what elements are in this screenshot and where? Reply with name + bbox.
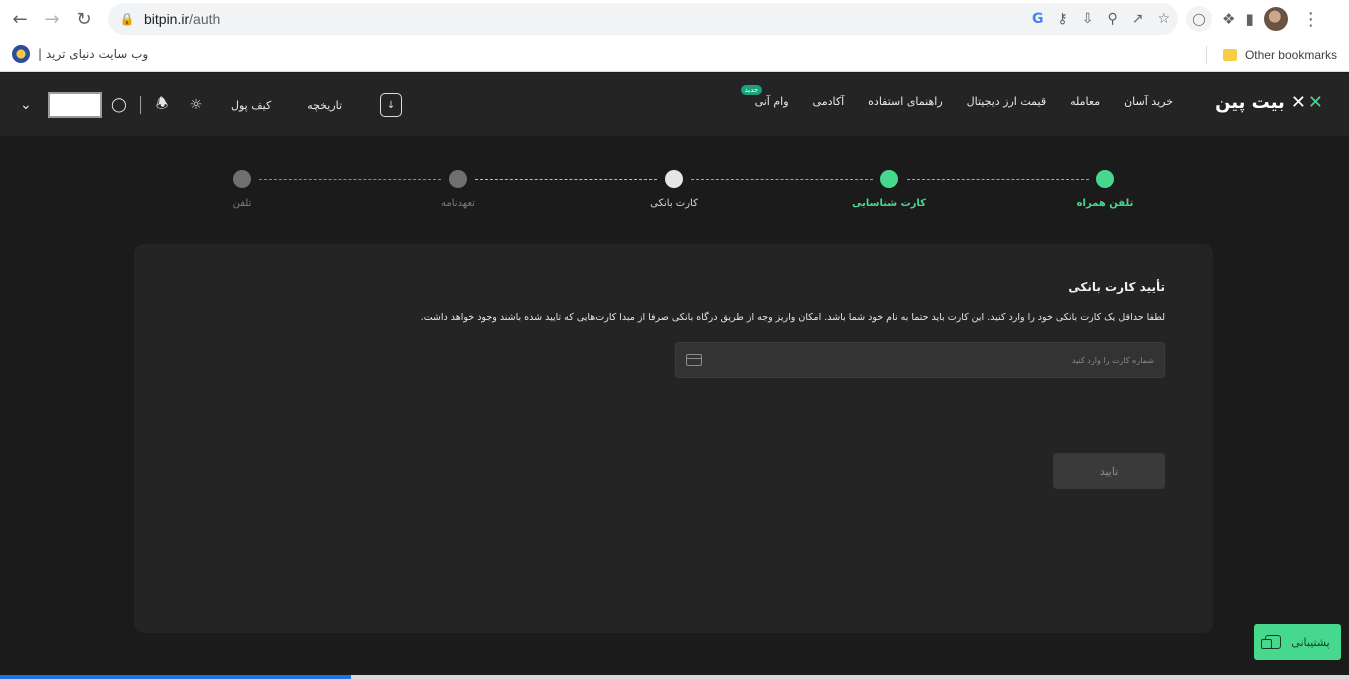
step-current-dot-icon <box>665 170 683 188</box>
step-label: تعهدنامه <box>440 198 475 209</box>
back-icon[interactable]: ← <box>4 3 36 35</box>
extensions-puzzle-icon[interactable]: ❖ <box>1222 10 1235 28</box>
auth-stepper: تلفن همراه کارت شناسایی کارت بانکی تعهدن… <box>0 136 1349 236</box>
forward-icon[interactable]: → <box>36 3 68 35</box>
wallet-link[interactable]: کیف پول <box>231 99 271 112</box>
step-mobile: تلفن همراه <box>1068 170 1142 209</box>
support-label: پشتیبانی <box>1291 635 1330 649</box>
menu-kebab-icon[interactable]: ⋮ <box>1302 9 1320 30</box>
other-bookmarks-label: Other bookmarks <box>1244 48 1337 62</box>
nav-guide[interactable]: راهنمای استفاده <box>868 95 942 108</box>
url-text: bitpin.ir/auth <box>144 11 221 27</box>
address-bar[interactable]: 🔒 bitpin.ir/auth G ⚷ ⇩ ⚲ ↗ ☆ <box>108 3 1178 35</box>
panel-title: تأیید کارت بانکی <box>1068 280 1165 294</box>
step-done-dot-icon <box>1096 170 1114 188</box>
install-icon[interactable]: ⇩ <box>1082 11 1094 27</box>
step-id-card: کارت شناسایی <box>848 170 930 209</box>
bell-icon[interactable]: 🕭 <box>153 93 171 117</box>
page-loading-bar <box>0 675 1349 679</box>
site-header: ✕ ✕ بیت پین خرید آسان معامله قیمت ارز دیج… <box>0 73 1349 136</box>
folder-icon <box>1222 49 1237 61</box>
user-name-box[interactable] <box>48 92 102 118</box>
lock-icon: 🔒 <box>119 12 135 26</box>
zoom-icon[interactable]: ⚲ <box>1107 11 1117 27</box>
other-bookmarks[interactable]: Other bookmarks <box>1205 46 1337 64</box>
bookmark-label: وب سایت دنیای ترید | <box>38 47 149 61</box>
chevron-down-icon[interactable]: ⌄ <box>20 97 40 113</box>
bookmarks-bar: وب سایت دنیای ترید | Other bookmarks <box>0 38 1349 72</box>
sun-icon[interactable]: ☼ <box>187 97 205 113</box>
step-label: تلفن همراه <box>1076 198 1134 209</box>
nav-academy[interactable]: آکادمی <box>813 95 845 108</box>
chat-icon <box>1261 635 1282 649</box>
star-icon[interactable]: ☆ <box>1157 11 1170 27</box>
step-label: کارت شناسایی <box>852 198 926 209</box>
step-connector <box>475 179 657 180</box>
new-badge: جدید <box>740 85 763 95</box>
history-link[interactable]: تاریخچه <box>307 99 342 112</box>
step-connector <box>259 179 441 180</box>
nav-trade[interactable]: معامله <box>1070 95 1100 108</box>
step-bank-card: کارت بانکی <box>640 170 708 209</box>
confirm-button[interactable]: تایید <box>1053 453 1165 489</box>
phone-download-icon[interactable]: ↓ <box>380 93 403 117</box>
bookmarks-separator <box>1205 46 1207 64</box>
step-commitment: تعهدنامه <box>428 170 488 209</box>
header-actions: ⌄ ◯ 🕭 ☼ کیف پول تاریخچه ↓ <box>20 91 403 119</box>
support-button[interactable]: پشتیبانی <box>1254 624 1341 660</box>
profile-avatar[interactable] <box>1263 7 1288 31</box>
step-label: تلفن <box>232 198 252 209</box>
key-icon[interactable]: ⚷ <box>1057 11 1067 27</box>
bank-card-verification-panel: تأیید کارت بانکی لطفا حداقل یک کارت بانک… <box>134 244 1213 633</box>
logo-mark-icon: ✕ ✕ <box>1290 92 1323 113</box>
credit-card-icon <box>686 354 702 366</box>
browser-toolbar: ← → ↻ 🔒 bitpin.ir/auth G ⚷ ⇩ ⚲ ↗ ☆ ◯ ❖ ▮… <box>0 0 1349 38</box>
share-icon[interactable]: ↗ <box>1132 11 1144 27</box>
header-divider <box>140 96 141 114</box>
page-loading-progress <box>0 675 351 679</box>
step-pending-dot-icon <box>233 170 251 188</box>
reload-icon[interactable]: ↻ <box>68 3 100 35</box>
bitpin-logo[interactable]: ✕ ✕ بیت پین <box>1215 92 1323 113</box>
nav-instant-loan[interactable]: وام آنی جدید <box>740 85 789 108</box>
card-number-input[interactable] <box>734 355 1154 365</box>
step-phone: تلفن <box>222 170 262 209</box>
nav-instant-loan-label: وام آنی <box>754 95 789 108</box>
main-nav: خرید آسان معامله قیمت ارز دیجیتال راهنما… <box>740 85 1173 108</box>
step-done-dot-icon <box>880 170 898 188</box>
step-connector <box>691 179 873 180</box>
google-icon[interactable]: G <box>1032 11 1044 27</box>
nav-crypto-prices[interactable]: قیمت ارز دیجیتال <box>967 95 1046 108</box>
bookmark-favicon-icon <box>12 45 30 63</box>
step-connector <box>907 179 1089 180</box>
side-panel-icon[interactable]: ▮ <box>1245 10 1253 28</box>
bookmark-item[interactable]: وب سایت دنیای ترید | <box>12 45 148 63</box>
nav-easy-buy[interactable]: خرید آسان <box>1124 95 1173 108</box>
logo-text: بیت پین <box>1215 92 1285 113</box>
step-label: کارت بانکی <box>650 198 698 209</box>
step-pending-dot-icon <box>449 170 467 188</box>
user-icon[interactable]: ◯ <box>110 97 128 113</box>
panel-description: لطفا حداقل یک کارت بانکی خود را وارد کنی… <box>420 312 1165 323</box>
shield-extension-icon[interactable]: ◯ <box>1186 6 1212 32</box>
card-number-field[interactable] <box>675 342 1165 378</box>
